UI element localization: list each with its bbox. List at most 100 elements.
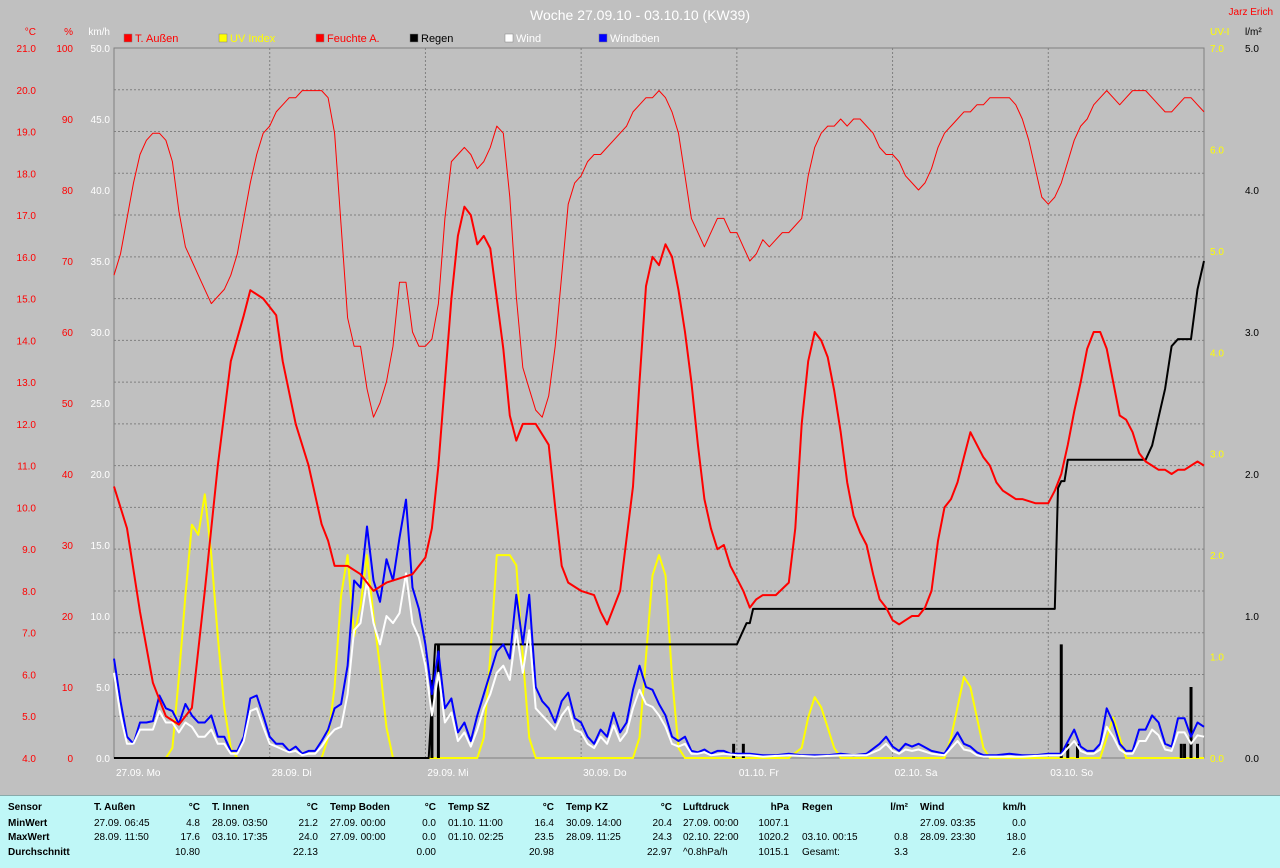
stats-column-title: T. Innen [212,802,250,813]
stats-cell-date: 27.09. 06:45 [94,818,150,829]
stats-cell-date: 01.10. 11:00 [448,818,503,829]
temp-axis-tick: 12.0 [17,420,37,431]
x-tick-label: 02.10. Sa [895,768,938,779]
stats-column-unit: °C [424,802,436,813]
stats-cell-date: 27.09. 00:00 [683,818,739,829]
temp-axis-tick: 21.0 [17,44,37,55]
stats-cell-value: 4.8 [186,818,200,829]
wind-axis-unit: km/h [88,27,110,38]
humidity-axis-tick: 100 [56,44,73,55]
rain-axis-tick: 5.0 [1245,44,1259,55]
wind-axis-tick: 35.0 [91,257,111,268]
temp-axis-tick: 7.0 [22,629,36,640]
stats-column-unit: km/h [1002,802,1026,813]
stats-cell-value: 0.0 [422,818,436,829]
stats-cell-date: 28.09. 03:50 [212,818,268,829]
plot-frame [113,47,1205,759]
stats-cell-value: 16.4 [534,818,554,829]
temp-axis-tick: 13.0 [17,378,37,389]
temp-axis-tick: 6.0 [22,670,36,681]
stats-column: T. Außen °C 27.09. 06:45 4.8 28.09. 11:50 17.… [94,796,204,868]
wind-axis-tick: 20.0 [91,470,111,481]
stats-column-title: Wind [920,802,945,813]
rain-axis-tick: 2.0 [1245,470,1259,481]
stats-column-unit: °C [542,802,554,813]
temp-axis-tick: 10.0 [17,503,37,514]
legend-swatch [598,33,608,43]
stats-cell-value: 22.13 [292,847,318,858]
x-tick-label: 27.09. Mo [116,768,161,779]
humidity-axis-unit: % [64,27,73,38]
stats-cell-date: 02.10. 22:00 [683,832,739,843]
humidity-axis-tick: 30 [62,541,74,552]
temp-axis-tick: 4.0 [22,754,36,765]
rain-axis-unit: l/m² [1245,27,1262,38]
stats-cell-value: 18.0 [1006,832,1026,843]
stats-cell-date: 01.10. 02:25 [448,832,504,843]
author-label: Jarz Erich [1229,7,1273,18]
uv-axis-tick: 4.0 [1210,348,1224,359]
stats-cell-value: 10.80 [174,847,200,858]
stats-column: Regen l/m² 03.10. 00:15 0.8 Gesamt: 3.3 [802,796,912,868]
stats-cell-value: 20.4 [652,818,672,829]
uv-axis-tick: 3.0 [1210,450,1224,461]
legend-swatch [504,33,514,43]
weather-chart: Woche 27.09.10 - 03.10.10 (KW39) Jarz Er… [17,7,1273,779]
stats-column-unit: °C [660,802,672,813]
uv-axis-tick: 2.0 [1210,551,1224,562]
humidity-axis-tick: 60 [62,328,74,339]
stats-cell-value: 20.98 [528,847,554,858]
rain-axis-tick: 0.0 [1245,754,1259,765]
stats-cell-date: 03.10. 17:35 [212,832,268,843]
wind-axis-tick: 50.0 [91,44,111,55]
wind-axis-tick: 5.0 [96,683,110,694]
legend-label: Feuchte A. [327,33,380,45]
legend-label: Regen [421,33,453,45]
temp-axis-tick: 11.0 [17,462,36,473]
stats-cell-date: 28.09. 23:30 [920,832,976,843]
wind-axis-tick: 25.0 [91,399,111,410]
legend-swatch [218,33,228,43]
stats-cell-value: 24.0 [298,832,318,843]
stats-min-label: MinWert [8,818,48,829]
legend-label: UV Index [230,33,276,45]
stats-sensor-header: Sensor [8,802,42,813]
uv-axis-tick: 0.0 [1210,754,1224,765]
stats-cell-value: 3.3 [894,847,908,858]
stats-cell-value: 22.97 [646,847,672,858]
humidity-axis-tick: 40 [62,470,74,481]
stats-max-label: MaxWert [8,832,50,843]
temp-axis-tick: 16.0 [17,253,37,264]
stats-column-unit: °C [188,802,200,813]
stats-column: Temp SZ °C 01.10. 11:00 16.4 01.10. 02:25 23.… [448,796,558,868]
uv-axis-tick: 1.0 [1210,653,1224,664]
x-tick-label: 29.09. Mi [427,768,468,779]
humidity-axis-tick: 50 [62,399,74,410]
stats-sensor-column: Sensor MinWert MaxWert Durchschnitt [8,796,88,868]
chart-title: Woche 27.09.10 - 03.10.10 (KW39) [530,7,750,23]
uv-axis-unit: UV-I [1210,27,1229,38]
temp-axis-tick: 20.0 [17,86,37,97]
stats-cell-value: 2.6 [1012,847,1026,858]
stats-column-unit: hPa [770,802,789,813]
rain-axis-tick: 1.0 [1245,612,1259,623]
stats-column-title: Temp KZ [566,802,609,813]
stats-cell-value: 1007.1 [758,818,789,829]
humidity-axis-tick: 70 [62,257,74,268]
series-line [113,90,1205,418]
stats-cell-value: 0.0 [422,832,436,843]
stats-cell-date: 28.09. 11:25 [566,832,621,843]
x-tick-label: 30.09. Do [583,768,627,779]
wind-axis-tick: 30.0 [91,328,111,339]
stats-column-title: Luftdruck [683,802,730,813]
stats-avg-label: Durchschnitt [8,847,70,858]
uv-axis-tick: 6.0 [1210,145,1224,156]
stats-column: T. Innen °C 28.09. 03:50 21.2 03.10. 17:35 24… [212,796,322,868]
temp-axis-tick: 15.0 [17,295,37,306]
rain-axis-tick: 3.0 [1245,328,1259,339]
x-tick-label: 28.09. Di [272,768,312,779]
humidity-axis-tick: 20 [62,612,74,623]
stats-cell-date: 27.09. 03:35 [920,818,976,829]
stats-cell-value: 23.5 [534,832,554,843]
stats-cell-value: 0.8 [894,832,908,843]
